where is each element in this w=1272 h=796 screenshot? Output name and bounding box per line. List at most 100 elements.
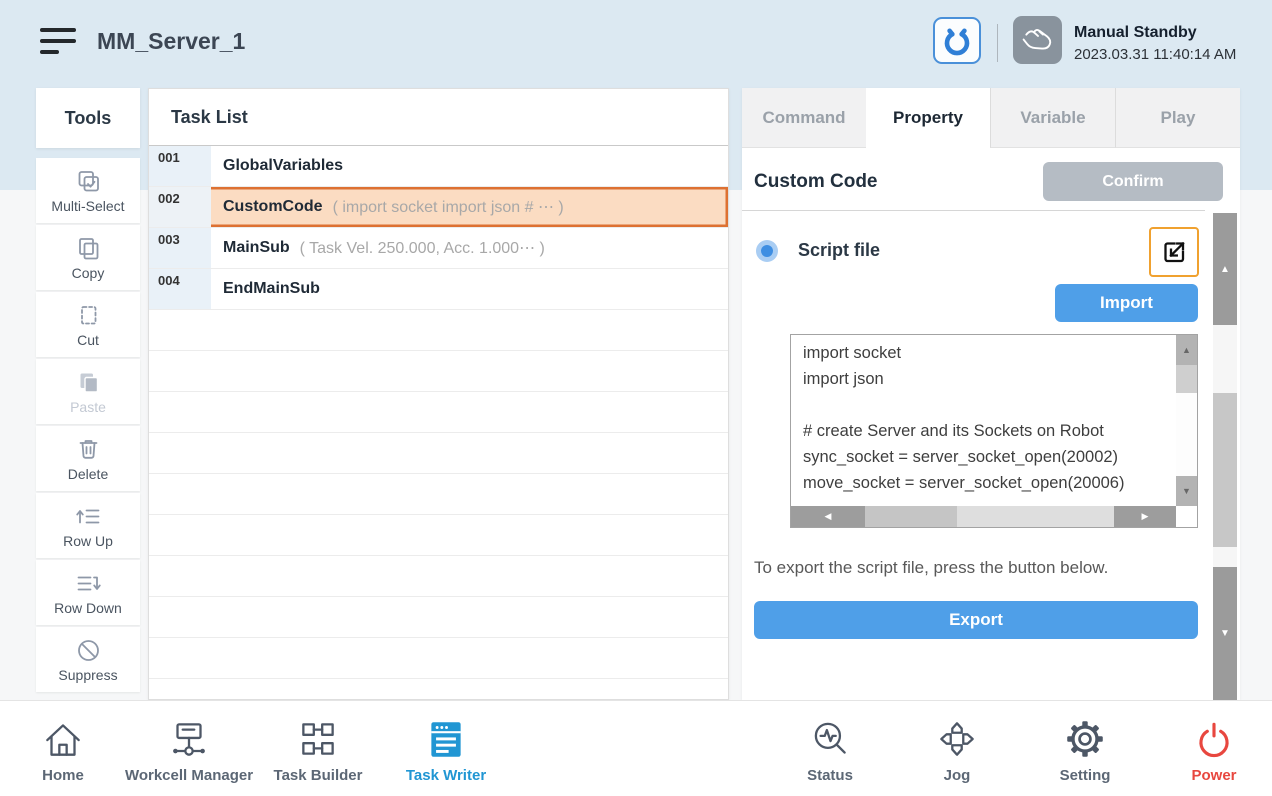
- tool-label: Row Up: [63, 533, 113, 549]
- property-panel: Command Property Variable Play Custom Co…: [742, 88, 1240, 700]
- robot-status-block: Manual Standby 2023.03.31 11:40:14 AM: [1074, 21, 1236, 66]
- scroll-track[interactable]: [957, 506, 1114, 527]
- row-detail: ( Task Vel. 250.000, Acc. 1.000⋯ ): [300, 238, 545, 258]
- row-name: MainSub: [223, 239, 290, 257]
- script-file-radio[interactable]: [756, 240, 778, 262]
- panel-scroll-thumb[interactable]: [1213, 393, 1237, 547]
- code-line: sync_socket = server_socket_open(20002): [803, 444, 1164, 470]
- tools-sidebar: Tools Multi-Select Copy Cut: [36, 88, 140, 694]
- status-icon: [807, 715, 853, 763]
- row-name: GlobalVariables: [223, 157, 343, 175]
- status-mode-text: Manual Standby: [1074, 21, 1236, 44]
- panel-scrollbar: ▲ ▼: [1213, 213, 1237, 700]
- cut-button[interactable]: Cut: [36, 292, 140, 357]
- tab-play[interactable]: Play: [1115, 88, 1240, 148]
- code-line: move_socket = server_socket_open(20006): [803, 470, 1164, 496]
- task-row-empty: [149, 556, 728, 597]
- row-number: 002: [149, 187, 211, 227]
- panel-scroll-track[interactable]: [1213, 325, 1237, 393]
- script-code-box[interactable]: import socket import json # create Serve…: [790, 334, 1198, 528]
- row-name: CustomCode: [223, 198, 323, 216]
- nav-label: Setting: [1010, 767, 1160, 784]
- task-list-panel: Task List 001 GlobalVariables 002 Custom…: [148, 88, 729, 700]
- tab-command[interactable]: Command: [742, 88, 866, 148]
- status-timestamp: 2023.03.31 11:40:14 AM: [1074, 44, 1236, 66]
- nav-item-workcell-manager[interactable]: Workcell Manager: [114, 709, 264, 784]
- paste-icon: [75, 369, 102, 396]
- tab-variable[interactable]: Variable: [990, 88, 1115, 148]
- task-row-empty: [149, 310, 728, 351]
- multi-select-icon: [75, 168, 102, 195]
- expand-icon: [1160, 238, 1188, 266]
- suppress-button[interactable]: Suppress: [36, 627, 140, 692]
- jog-icon: [934, 715, 980, 763]
- home-icon: [40, 715, 86, 763]
- page-title: MM_Server_1: [97, 28, 245, 55]
- row-number: 004: [149, 269, 211, 309]
- header-divider: [997, 24, 998, 62]
- task-list-title: Task List: [149, 89, 728, 146]
- app-root: MM_Server_1 Manual Standby 2023.03.31 11…: [0, 0, 1272, 796]
- code-line: [803, 392, 1164, 418]
- scroll-up-button[interactable]: ▲: [1176, 335, 1197, 365]
- scroll-thumb[interactable]: [865, 506, 957, 527]
- nav-item-power[interactable]: Power: [1139, 709, 1272, 784]
- power-icon: [1191, 715, 1237, 763]
- panel-scroll-down-button[interactable]: ▼: [1213, 567, 1237, 700]
- multi-select-button[interactable]: Multi-Select: [36, 158, 140, 223]
- task-row-empty: [149, 392, 728, 433]
- code-line: import json: [803, 366, 1164, 392]
- task-writer-icon: [423, 715, 469, 763]
- copy-button[interactable]: Copy: [36, 225, 140, 290]
- delete-button[interactable]: Delete: [36, 426, 140, 491]
- task-row[interactable]: 004 EndMainSub: [149, 269, 728, 310]
- tool-label: Row Down: [54, 600, 122, 616]
- task-row-empty: [149, 679, 728, 700]
- scroll-thumb[interactable]: [1176, 365, 1197, 393]
- divider: [742, 210, 1205, 211]
- script-file-label: Script file: [798, 240, 880, 261]
- scroll-left-button[interactable]: ◀: [791, 506, 865, 527]
- section-title: Custom Code: [754, 171, 878, 193]
- robot-status-button[interactable]: [933, 17, 981, 64]
- code-horizontal-scrollbar: ◀ ▶: [791, 506, 1176, 527]
- task-row[interactable]: 001 GlobalVariables: [149, 146, 728, 187]
- tab-bar: Command Property Variable Play: [742, 88, 1240, 148]
- nav-label: Power: [1139, 767, 1272, 784]
- panel-scroll-up-button[interactable]: ▲: [1213, 213, 1237, 325]
- menu-icon[interactable]: [40, 28, 78, 58]
- scroll-track[interactable]: [1176, 393, 1197, 476]
- task-row-empty: [149, 597, 728, 638]
- task-row-empty: [149, 638, 728, 679]
- export-button[interactable]: Export: [754, 601, 1198, 639]
- robot-gripper-icon: [941, 26, 973, 56]
- task-row-selected[interactable]: 002 CustomCode ( import socket import js…: [149, 187, 728, 228]
- row-up-icon: [75, 503, 102, 530]
- nav-item-task-writer[interactable]: Task Writer: [371, 709, 521, 784]
- code-vertical-scrollbar: ▲ ▼: [1176, 335, 1197, 506]
- paste-button[interactable]: Paste: [36, 359, 140, 424]
- setting-icon: [1062, 715, 1108, 763]
- scroll-right-button[interactable]: ▶: [1114, 506, 1176, 527]
- task-row[interactable]: 003 MainSub ( Task Vel. 250.000, Acc. 1.…: [149, 228, 728, 269]
- tool-label: Delete: [68, 466, 108, 482]
- panel-scroll-track[interactable]: [1213, 547, 1237, 567]
- import-button[interactable]: Import: [1055, 284, 1198, 322]
- manual-mode-icon: [1013, 16, 1062, 64]
- tab-property[interactable]: Property: [866, 88, 990, 148]
- row-number: 003: [149, 228, 211, 268]
- code-line: import socket: [803, 340, 1164, 366]
- expand-script-button[interactable]: [1149, 227, 1199, 277]
- script-code-content: import socket import json # create Serve…: [791, 335, 1176, 506]
- tools-title: Tools: [36, 88, 140, 148]
- tool-label: Suppress: [58, 667, 117, 683]
- row-up-button[interactable]: Row Up: [36, 493, 140, 558]
- scroll-down-button[interactable]: ▼: [1176, 476, 1197, 506]
- row-down-button[interactable]: Row Down: [36, 560, 140, 625]
- copy-icon: [75, 235, 102, 262]
- confirm-button[interactable]: Confirm: [1043, 162, 1223, 201]
- task-row-empty: [149, 351, 728, 392]
- export-hint-text: To export the script file, press the but…: [754, 558, 1108, 578]
- scrollbar-corner: [1176, 506, 1197, 527]
- nav-item-setting[interactable]: Setting: [1010, 709, 1160, 784]
